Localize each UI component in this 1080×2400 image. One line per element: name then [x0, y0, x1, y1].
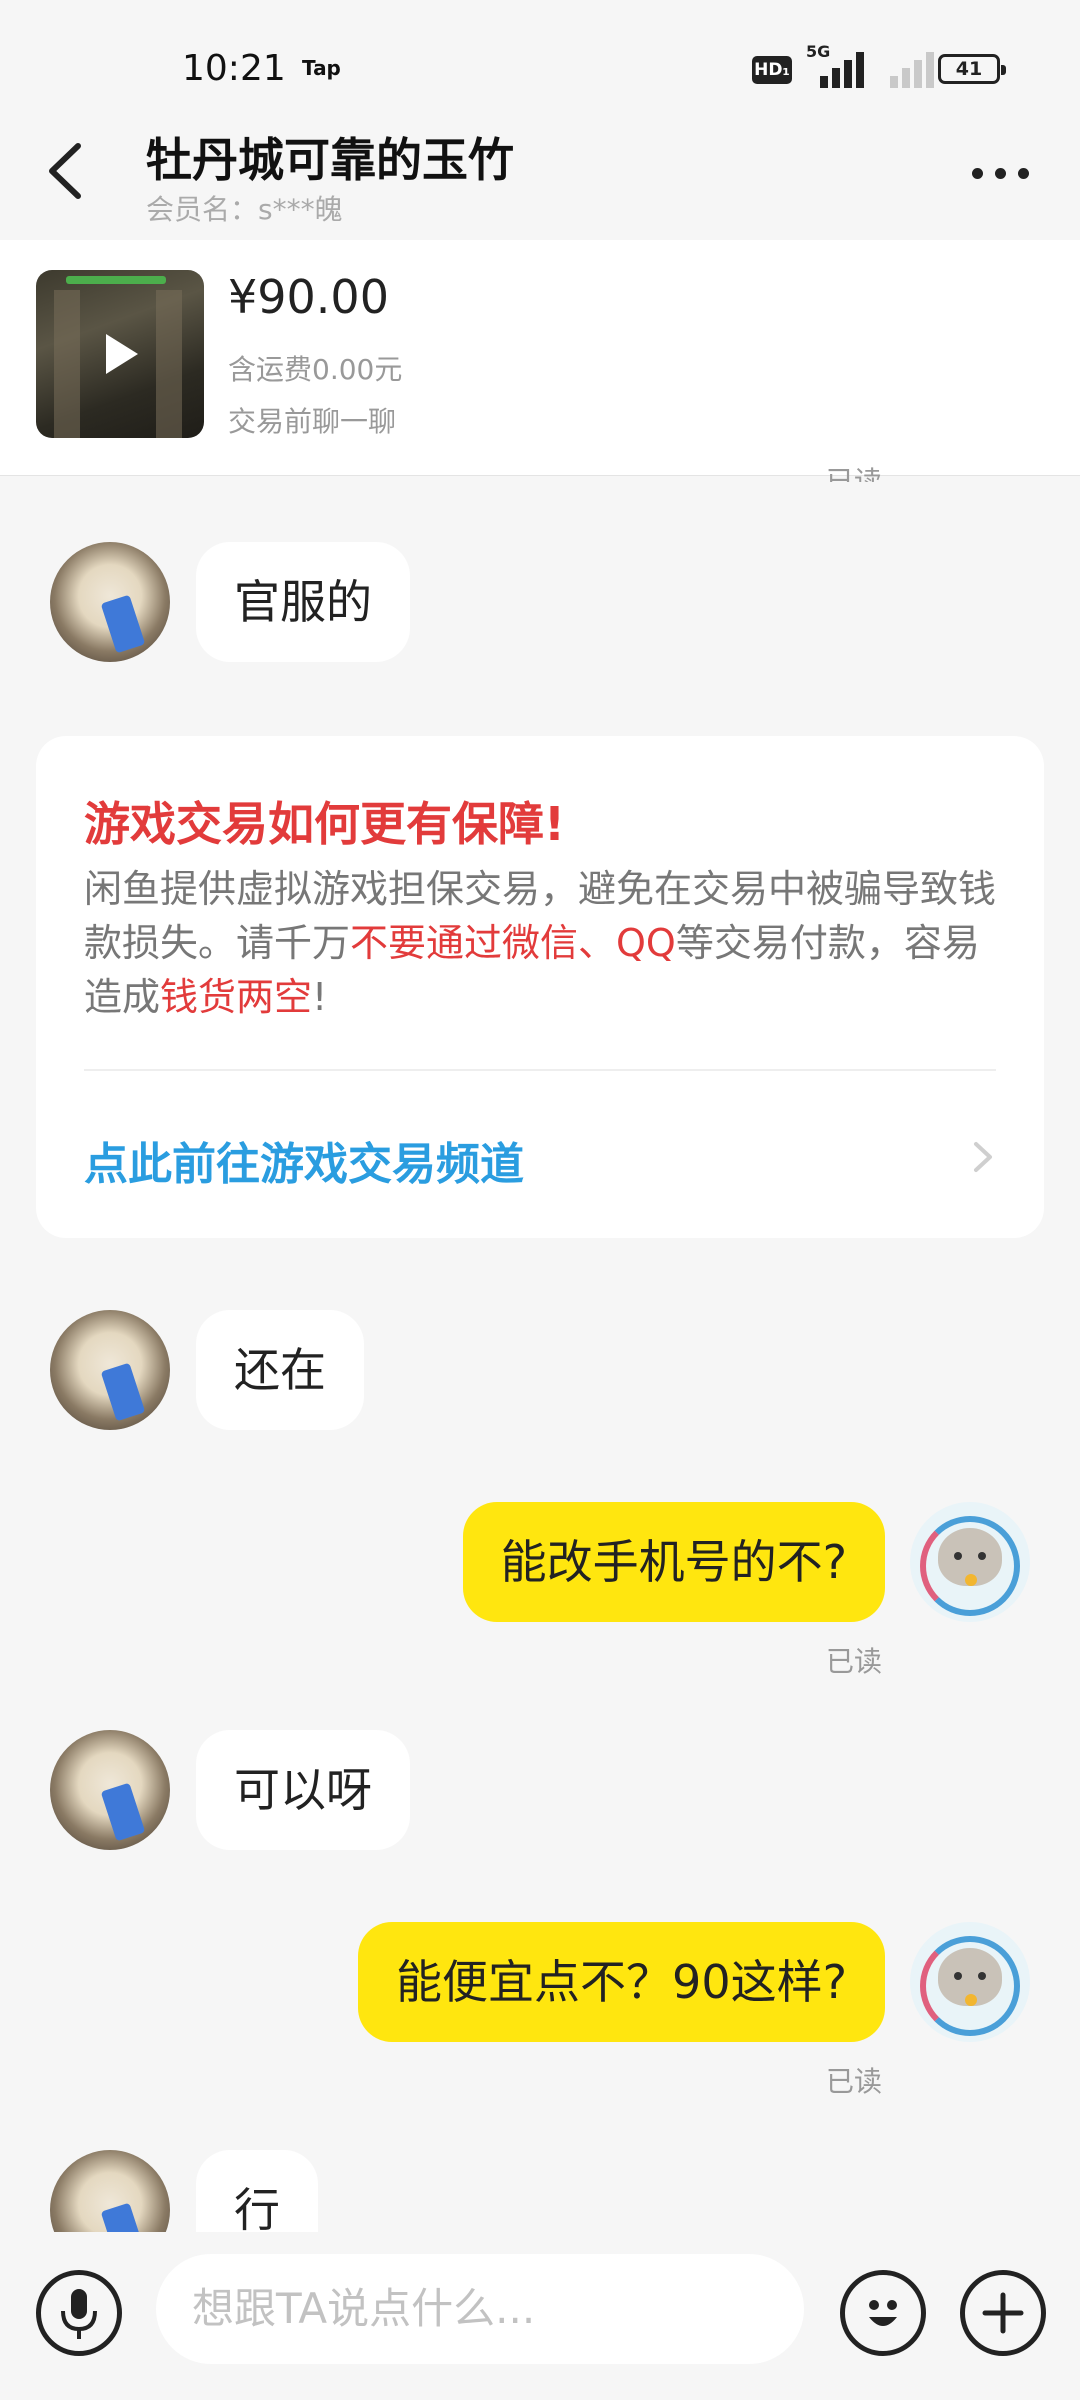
more-actions-button[interactable]: [960, 2270, 1046, 2356]
smiley-icon: [869, 2300, 897, 2326]
status-time: 10:21: [182, 48, 286, 89]
more-dot-icon: [1018, 168, 1029, 179]
signal-secondary-icon: [878, 48, 936, 88]
network-label: 5G: [806, 42, 831, 61]
contact-avatar[interactable]: [50, 1310, 170, 1430]
my-avatar[interactable]: [910, 1922, 1030, 2042]
tip-body: 闲鱼提供虚拟游戏担保交易，避免在交易中被骗导致钱款损失。请千万不要通过微信、QQ…: [84, 862, 1014, 1024]
battery-icon: 41: [938, 54, 1006, 84]
tip-text: !: [312, 975, 328, 1019]
message-bubble-incoming[interactable]: 可以呀: [196, 1730, 410, 1850]
shipping-fee: 含运费0.00元: [228, 353, 403, 386]
divider: [84, 1069, 996, 1071]
tap-app-icon: Tap: [302, 56, 341, 80]
voice-input-button[interactable]: [36, 2270, 122, 2356]
message-input[interactable]: 想跟TA说点什么...: [156, 2254, 804, 2364]
product-card[interactable]: ¥90.00 含运费0.00元 交易前聊一聊: [0, 240, 1080, 476]
message-bubble-outgoing[interactable]: 能改手机号的不?: [462, 1502, 885, 1622]
microphone-icon: [61, 2289, 97, 2339]
product-price: ¥90.00: [228, 270, 389, 324]
more-options-button[interactable]: [966, 158, 1036, 188]
contact-avatar[interactable]: [50, 542, 170, 662]
message-bubble-incoming[interactable]: 官服的: [196, 542, 410, 662]
plus-icon: [982, 2292, 1024, 2334]
chat-title: 牡丹城可靠的玉竹: [146, 133, 514, 187]
signal-5g-icon: 5G: [806, 42, 864, 88]
chat-header: 牡丹城可靠的玉竹 会员名：s***魄: [0, 120, 1080, 230]
message-bubble-outgoing[interactable]: 能便宜点不？90这样?: [358, 1922, 885, 2042]
back-button[interactable]: [40, 136, 100, 206]
hd-icon: HD₁: [752, 56, 792, 84]
input-bar: 想跟TA说点什么...: [0, 2232, 1080, 2400]
more-dot-icon: [972, 168, 983, 179]
my-avatar[interactable]: [910, 1502, 1030, 1622]
chevron-right-icon[interactable]: [964, 1132, 1000, 1182]
more-dot-icon: [995, 168, 1006, 179]
read-status: 已读: [826, 465, 883, 482]
contact-avatar[interactable]: [50, 1730, 170, 1850]
product-video-thumbnail[interactable]: [36, 270, 204, 438]
emoji-button[interactable]: [840, 2270, 926, 2356]
chat-before-trade: 交易前聊一聊: [228, 405, 397, 438]
message-bubble-incoming[interactable]: 还在: [196, 1310, 364, 1430]
play-icon: [106, 334, 138, 374]
tip-warning-text: 钱货两空: [160, 975, 313, 1019]
game-trade-channel-link[interactable]: 点此前往游戏交易频道: [84, 1128, 524, 1192]
member-name: 会员名：s***魄: [146, 193, 343, 226]
read-status: 已读: [826, 2065, 883, 2098]
tip-title: 游戏交易如何更有保障!: [84, 797, 565, 851]
tip-warning-text: 不要通过微信、QQ: [350, 921, 676, 965]
chevron-left-icon: [49, 143, 81, 199]
safety-tip-card: 游戏交易如何更有保障! 闲鱼提供虚拟游戏担保交易，避免在交易中被骗导致钱款损失。…: [36, 736, 1044, 1238]
status-bar: 10:21 Tap HD₁ 5G 41: [0, 0, 1080, 130]
read-status: 已读: [826, 1645, 883, 1678]
